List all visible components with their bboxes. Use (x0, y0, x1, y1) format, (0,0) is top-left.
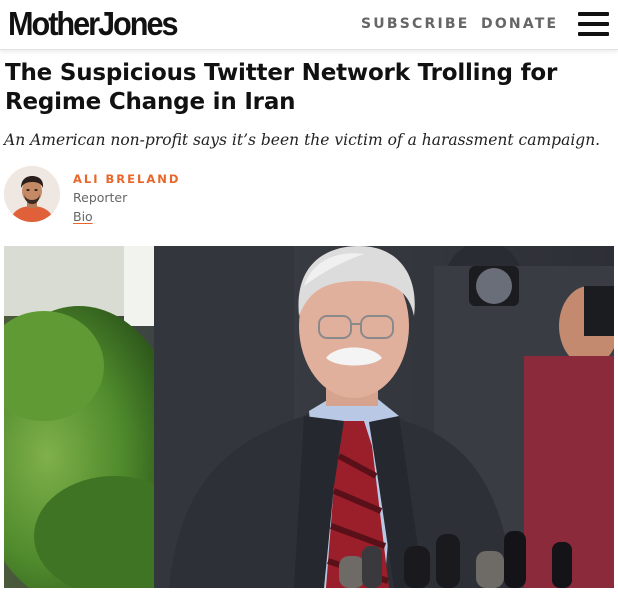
subscribe-link[interactable]: SUBSCRIBE (361, 16, 470, 32)
menu-bar (578, 32, 609, 36)
author-avatar-image (4, 166, 60, 222)
author-avatar[interactable] (4, 166, 60, 222)
article-dek: An American non-profit says it’s been th… (4, 131, 601, 149)
menu-bar (578, 12, 609, 16)
hero-photo (4, 246, 614, 588)
menu-bar (578, 22, 609, 26)
donate-link[interactable]: DONATE (481, 16, 558, 32)
author-bio-link[interactable]: Bio (73, 209, 93, 224)
hero-photo-image (4, 246, 614, 588)
hamburger-menu-icon[interactable] (578, 10, 609, 38)
site-header: MotherJones SUBSCRIBE DONATE (0, 0, 618, 50)
site-logo[interactable]: MotherJones (8, 4, 179, 44)
author-name-link[interactable]: ALI BRELAND (73, 172, 180, 186)
article-headline: The Suspicious Twitter Network Trolling … (5, 60, 558, 115)
author-role: Reporter (73, 190, 128, 205)
